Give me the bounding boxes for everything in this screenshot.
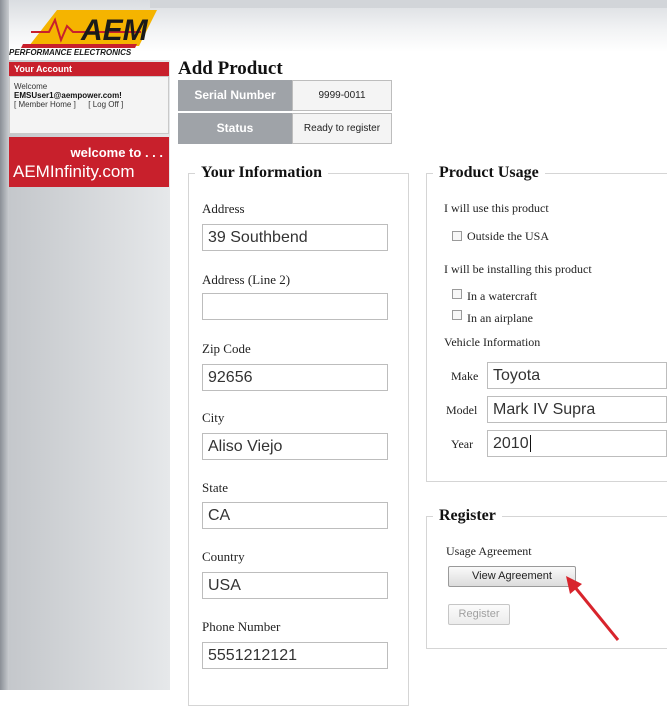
airplane-label: In an airplane — [467, 311, 533, 325]
zip-code-input[interactable]: 92656 — [202, 364, 388, 391]
country-input[interactable]: USA — [202, 572, 388, 599]
vehicle-info-label: Vehicle Information — [444, 335, 541, 349]
serial-number-label: Serial Number — [178, 80, 292, 111]
year-input[interactable]: 2010 — [487, 430, 667, 457]
airplane-checkbox[interactable] — [452, 310, 462, 320]
text-cursor — [529, 435, 531, 453]
register-legend: Register — [439, 507, 496, 524]
serial-number-value: 9999-0011 — [292, 80, 392, 111]
window-left-frame — [0, 0, 9, 690]
address-input[interactable]: 39 Southbend — [202, 224, 388, 251]
address-label: Address — [202, 201, 245, 216]
make-label: Make — [451, 369, 479, 383]
promo-line-1: welcome to . . . — [70, 145, 163, 160]
address2-label: Address (Line 2) — [202, 272, 291, 287]
installing-label: I will be installing this product — [444, 262, 592, 276]
view-agreement-button[interactable]: View Agreement — [448, 566, 576, 587]
header-bar — [150, 0, 667, 8]
annotation-arrow — [566, 576, 620, 641]
watercraft-checkbox[interactable] — [452, 289, 462, 299]
aem-logo-graphic: AEM — [21, 10, 157, 48]
promo-banner[interactable]: welcome to . . . AEMInfinity.com — [9, 137, 169, 187]
year-value: 2010 — [493, 435, 529, 452]
account-links: [ Member Home ] [ Log Off ] — [14, 100, 168, 109]
usage-agreement-label: Usage Agreement — [446, 544, 532, 558]
make-input[interactable]: Toyota — [487, 362, 667, 389]
member-home-link[interactable]: [ Member Home ] — [14, 100, 76, 109]
page-title: Add Product — [178, 58, 283, 79]
zip-code-label: Zip Code — [202, 341, 251, 356]
model-input[interactable]: Mark IV Supra — [487, 396, 667, 423]
status-value: Ready to register — [292, 113, 392, 144]
address2-input[interactable] — [202, 293, 388, 320]
city-label: City — [202, 410, 225, 425]
account-header: Your Account — [9, 62, 169, 76]
user-email: EMSUser1@aempower.com! — [14, 91, 122, 100]
status-label: Status — [178, 113, 292, 144]
phone-label: Phone Number — [202, 619, 281, 634]
log-off-link[interactable]: [ Log Off ] — [88, 100, 123, 109]
your-information-legend: Your Information — [201, 164, 323, 181]
city-input[interactable]: Aliso Viejo — [202, 433, 388, 460]
welcome-text: Welcome — [14, 82, 48, 91]
country-label: Country — [202, 549, 245, 564]
watercraft-label: In a watercraft — [467, 289, 537, 303]
year-label: Year — [451, 437, 474, 451]
aem-logo[interactable]: AEM PERFORMANCE ELECTRONICS — [9, 8, 169, 60]
model-label: Model — [446, 403, 478, 417]
product-info-table: Serial Number 9999-0011 Status Ready to … — [178, 80, 392, 144]
outside-usa-label: Outside the USA — [467, 229, 549, 243]
phone-input[interactable]: 5551212121 — [202, 642, 388, 669]
account-box: Welcome EMSUser1@aempower.com! [ Member … — [9, 76, 169, 134]
state-label: State — [202, 480, 228, 495]
state-input[interactable]: CA — [202, 502, 388, 529]
product-usage-legend: Product Usage — [439, 164, 539, 181]
logo-text: AEM — [80, 14, 149, 47]
promo-line-2: AEMInfinity.com — [13, 162, 135, 181]
outside-usa-checkbox[interactable] — [452, 231, 462, 241]
register-button[interactable]: Register — [448, 604, 510, 625]
logo-tagline: PERFORMANCE ELECTRONICS — [9, 48, 132, 57]
use-product-label: I will use this product — [444, 201, 549, 215]
